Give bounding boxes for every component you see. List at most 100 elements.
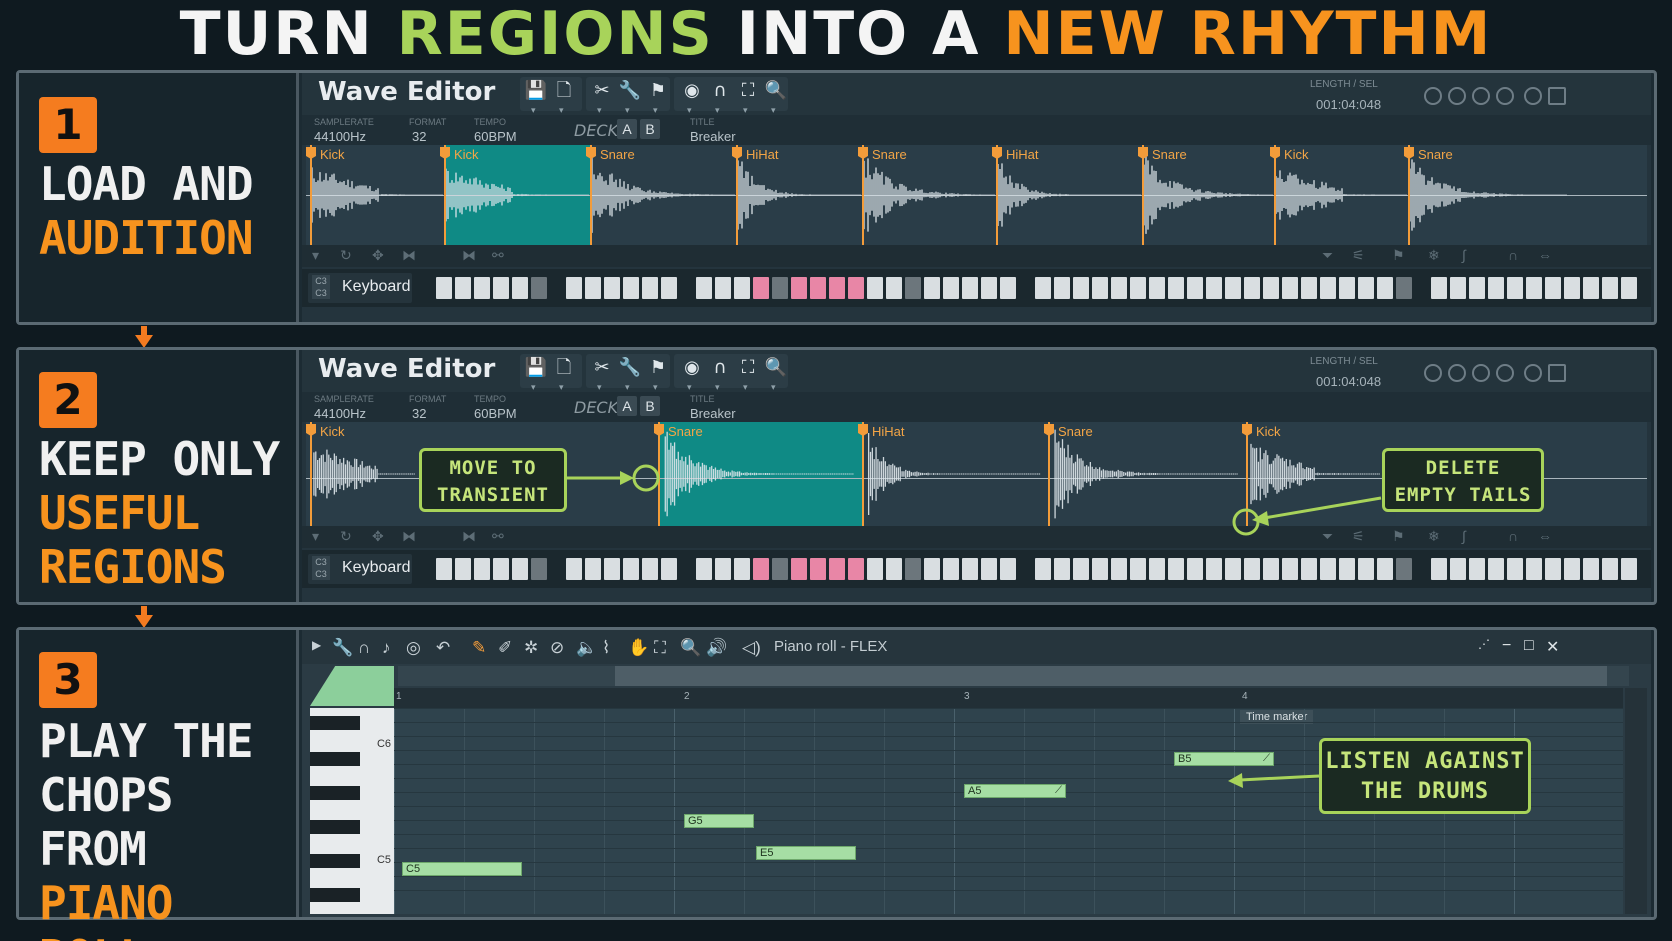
mini-key[interactable]: [1545, 558, 1562, 580]
minus-icon[interactable]: [1448, 87, 1466, 105]
mini-key[interactable]: [1507, 277, 1524, 299]
note-block[interactable]: E5: [756, 846, 856, 860]
piano-keys[interactable]: C6 C5: [310, 708, 394, 914]
zoom-icon[interactable]: 🔍: [764, 356, 788, 400]
snap-icon[interactable]: ∩: [1508, 528, 1518, 544]
mini-key[interactable]: [695, 558, 712, 580]
region-marker[interactable]: HiHat: [992, 145, 1039, 245]
mini-key[interactable]: [1110, 558, 1127, 580]
mini-key[interactable]: [809, 277, 826, 299]
waveform-area-1[interactable]: Kick Kick Snare HiHat Snare HiHat Snare Kick Sna…: [306, 145, 1647, 245]
mini-key[interactable]: [1339, 277, 1356, 299]
mini-key[interactable]: [981, 558, 998, 580]
close-icon[interactable]: ✕: [1546, 637, 1559, 657]
slash-icon[interactable]: [1496, 364, 1514, 382]
mini-key[interactable]: [1583, 277, 1600, 299]
mini-key[interactable]: [1358, 277, 1375, 299]
black-key[interactable]: [310, 854, 360, 868]
mini-key[interactable]: [1072, 277, 1089, 299]
mini-key[interactable]: [1034, 558, 1051, 580]
mini-key[interactable]: [1187, 558, 1204, 580]
mini-key[interactable]: [660, 558, 677, 580]
region-marker[interactable]: HiHat: [858, 422, 905, 526]
region-marker[interactable]: Snare: [654, 422, 703, 526]
mini-key[interactable]: [847, 277, 864, 299]
flag-icon[interactable]: ⚑: [1392, 528, 1405, 545]
mini-key[interactable]: [1148, 277, 1165, 299]
mini-key[interactable]: [1507, 558, 1524, 580]
mini-key[interactable]: [962, 277, 979, 299]
horizontal-scrollbar[interactable]: [398, 666, 1629, 686]
mini-key[interactable]: [493, 277, 510, 299]
mini-key[interactable]: [1110, 277, 1127, 299]
mini-key[interactable]: [1206, 277, 1223, 299]
dropdown-icon[interactable]: ▾: [312, 247, 319, 264]
mini-key[interactable]: [733, 277, 750, 299]
mini-key[interactable]: [714, 558, 731, 580]
move-icon[interactable]: ✥: [372, 528, 384, 545]
region-marker[interactable]: Kick: [1242, 422, 1281, 526]
hand-icon[interactable]: ✋: [628, 638, 649, 658]
mini-key[interactable]: [1129, 277, 1146, 299]
mini-key[interactable]: [1129, 558, 1146, 580]
vertical-scrollbar[interactable]: [1625, 688, 1647, 914]
dropdown-icon[interactable]: ▾: [312, 528, 319, 545]
mini-key[interactable]: [1168, 558, 1185, 580]
mini-key[interactable]: [474, 558, 491, 580]
mini-key[interactable]: [512, 558, 529, 580]
mini-key[interactable]: [1396, 277, 1413, 299]
link-icon[interactable]: ⚯: [492, 247, 504, 264]
tempo-value[interactable]: 60BPM: [474, 129, 517, 144]
delete-icon[interactable]: ⊘: [550, 638, 564, 658]
mini-key[interactable]: [1431, 558, 1448, 580]
eye-icon[interactable]: ◉: [680, 79, 704, 123]
mini-key[interactable]: [752, 558, 769, 580]
mini-key[interactable]: [1339, 558, 1356, 580]
fullscreen-icon[interactable]: ⛶: [654, 638, 666, 658]
eye-icon[interactable]: ◉: [680, 356, 704, 400]
mini-key[interactable]: [622, 558, 639, 580]
save-icon[interactable]: 💾: [524, 356, 548, 400]
trim-icon[interactable]: ⧓: [402, 247, 416, 264]
mini-key[interactable]: [1282, 558, 1299, 580]
mini-key[interactable]: [660, 277, 677, 299]
mini-key[interactable]: [1091, 558, 1108, 580]
marker-icon[interactable]: ⚑: [646, 356, 670, 400]
mini-key[interactable]: [1545, 277, 1562, 299]
mini-key[interactable]: [1431, 277, 1448, 299]
mini-key[interactable]: [1000, 558, 1017, 580]
mini-key[interactable]: [1358, 558, 1375, 580]
mini-key[interactable]: [565, 277, 582, 299]
scroll-thumb[interactable]: [615, 666, 1607, 686]
title-value[interactable]: Breaker: [690, 129, 736, 144]
eq-icon[interactable]: ⚟: [1352, 247, 1365, 264]
link-icon[interactable]: ⚯: [492, 528, 504, 545]
grid-icon[interactable]: [1424, 364, 1442, 382]
mini-key[interactable]: [1320, 558, 1337, 580]
new-file-icon[interactable]: 🗋: [552, 79, 576, 123]
deck-b-button[interactable]: B: [640, 119, 660, 139]
bar-ruler[interactable]: 1 2 3 4: [394, 688, 1623, 708]
loop-icon[interactable]: ↻: [340, 247, 352, 264]
region-marker[interactable]: Kick: [306, 422, 345, 526]
region-marker[interactable]: Kick: [1270, 145, 1309, 245]
rotate-icon[interactable]: [1524, 87, 1542, 105]
new-file-icon[interactable]: 🗋: [552, 356, 576, 400]
format-value[interactable]: 32: [412, 406, 426, 421]
export-icon[interactable]: [1548, 87, 1566, 105]
mini-key[interactable]: [790, 277, 807, 299]
mini-key[interactable]: [924, 558, 941, 580]
mini-key[interactable]: [455, 558, 472, 580]
save-icon[interactable]: 💾: [524, 79, 548, 123]
eq-icon[interactable]: ⚟: [1352, 528, 1365, 545]
black-key[interactable]: [310, 786, 360, 800]
mini-key[interactable]: [695, 277, 712, 299]
slash-icon[interactable]: [1496, 87, 1514, 105]
mini-key[interactable]: [1564, 277, 1581, 299]
mini-key[interactable]: [436, 277, 453, 299]
speaker-icon[interactable]: 🔊: [706, 638, 727, 658]
mini-key[interactable]: [771, 558, 788, 580]
mini-key[interactable]: [790, 558, 807, 580]
mini-key[interactable]: [1450, 277, 1467, 299]
mini-key[interactable]: [771, 277, 788, 299]
